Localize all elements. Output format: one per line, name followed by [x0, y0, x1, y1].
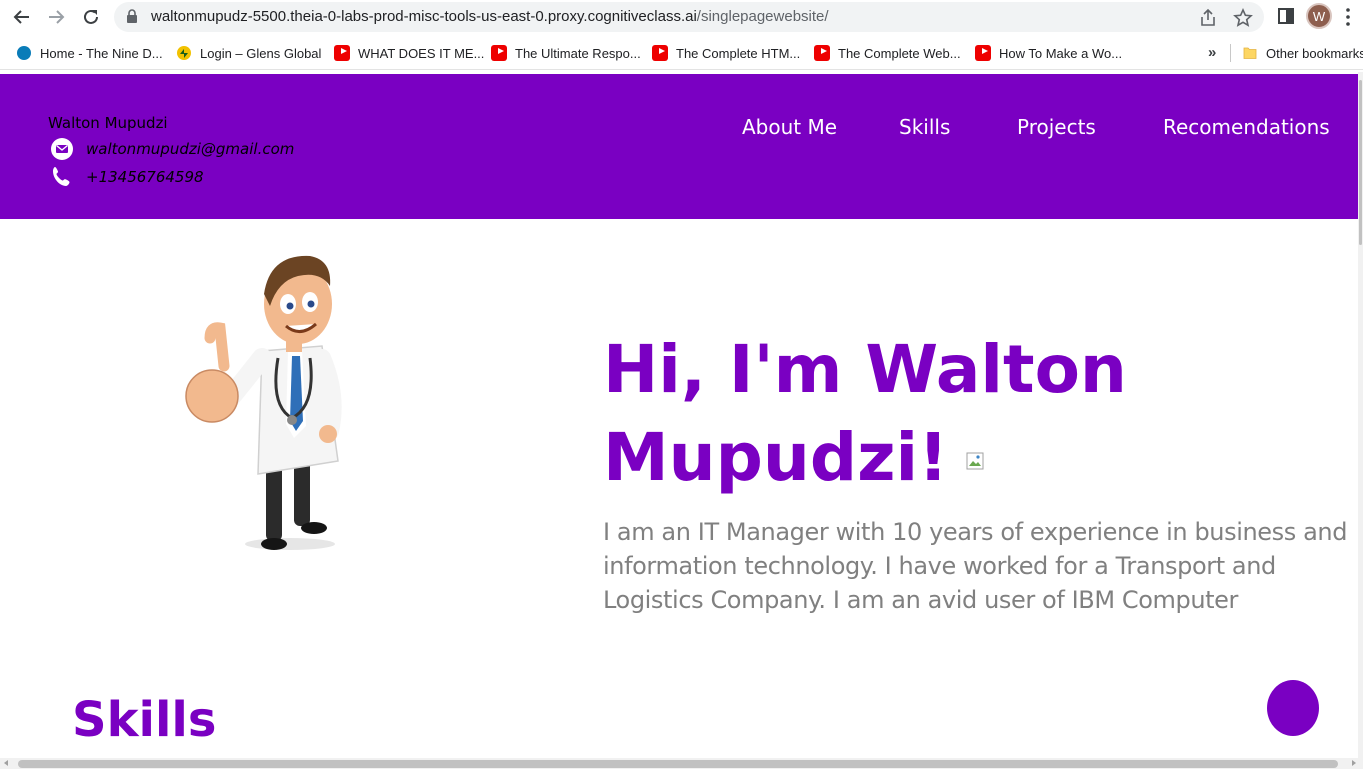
doctor-cartoon-image — [185, 255, 342, 550]
reload-icon[interactable] — [77, 4, 105, 30]
owner-name: Walton Mupudzi — [48, 114, 168, 132]
site-header: Walton Mupudzi waltonmupudzi@gmail.com +… — [0, 74, 1358, 219]
bookmark-item[interactable]: The Ultimate Respo... — [491, 44, 641, 62]
bookmark-label: The Complete Web... — [838, 45, 961, 61]
other-bookmarks-label: Other bookmarks — [1266, 45, 1363, 61]
bookmark-item[interactable]: The Complete HTM... — [652, 44, 800, 62]
profile-avatar[interactable]: W — [1306, 3, 1332, 29]
folder-icon — [1243, 47, 1257, 59]
skills-heading: Skills — [72, 692, 217, 748]
bookmarks-bar: Home - The Nine D... Login – Glens Globa… — [0, 36, 1363, 70]
share-icon[interactable] — [1198, 8, 1218, 28]
scroll-right-arrow-icon[interactable] — [1352, 760, 1356, 766]
broken-image-icon — [966, 452, 984, 470]
hero-description: I am an IT Manager with 10 years of expe… — [603, 518, 1348, 614]
globe-icon — [17, 46, 31, 60]
other-bookmarks-folder[interactable]: Other bookmarks — [1242, 44, 1363, 62]
email-address: waltonmupudzi@gmail.com — [86, 140, 295, 158]
bookmark-label: WHAT DOES IT ME... — [358, 45, 485, 61]
hero-heading-line2: Mupudzi! — [603, 419, 949, 496]
hero-heading: Hi, I'm Walton Mupudzi! — [603, 326, 1163, 502]
floating-action-button[interactable] — [1267, 680, 1319, 736]
nav-projects[interactable]: Projects — [1017, 115, 1096, 139]
phone-icon — [53, 167, 70, 186]
address-bar[interactable]: waltonmupudz-5500.theia-0-labs-prod-misc… — [114, 2, 1264, 32]
star-icon[interactable] — [1233, 8, 1253, 28]
phone-contact[interactable]: +13456764598 — [50, 165, 204, 189]
url-path: /singlepagewebsite/ — [696, 8, 829, 25]
phone-number: +13456764598 — [86, 168, 204, 186]
nav-about-me[interactable]: About Me — [742, 115, 837, 139]
bookmark-item[interactable]: The Complete Web... — [814, 44, 961, 62]
bookmark-label: The Ultimate Respo... — [515, 45, 641, 61]
bookmark-item[interactable]: Login – Glens Global — [176, 44, 321, 62]
scroll-left-arrow-icon[interactable] — [4, 760, 8, 766]
bookmark-label: Login – Glens Global — [200, 45, 322, 61]
youtube-icon — [975, 45, 991, 61]
horizontal-scrollbar-thumb[interactable] — [18, 760, 1338, 768]
bookmark-item[interactable]: How To Make a Wo... — [975, 44, 1122, 62]
web-page: Walton Mupudzi waltonmupudzi@gmail.com +… — [0, 72, 1358, 758]
youtube-icon — [491, 45, 507, 61]
url-text[interactable]: waltonmupudz-5500.theia-0-labs-prod-misc… — [151, 8, 829, 25]
youtube-icon — [814, 45, 830, 61]
nav-recomendations[interactable]: Recomendations — [1163, 115, 1330, 139]
bookmark-label: The Complete HTM... — [676, 45, 801, 61]
bookmark-label: Home - The Nine D... — [40, 45, 163, 61]
youtube-icon — [652, 45, 668, 61]
url-host: waltonmupudz-5500.theia-0-labs-prod-misc… — [151, 8, 697, 25]
side-panel-icon[interactable] — [1276, 6, 1296, 26]
hero-heading-line1: Hi, I'm Walton — [603, 331, 1127, 408]
forward-arrow-icon[interactable] — [42, 4, 70, 30]
nav-skills[interactable]: Skills — [899, 115, 950, 139]
bookmarks-overflow-button[interactable]: » — [1208, 44, 1216, 61]
back-arrow-icon[interactable] — [8, 4, 36, 30]
glens-logo-icon — [177, 46, 191, 60]
lock-icon[interactable] — [126, 9, 138, 24]
bookmark-item[interactable]: Home - The Nine D... — [16, 44, 163, 62]
menu-kebab-icon[interactable] — [1346, 8, 1350, 26]
bookmark-item[interactable]: WHAT DOES IT ME... — [334, 44, 484, 62]
bookmarks-divider — [1230, 44, 1231, 62]
browser-toolbar: waltonmupudz-5500.theia-0-labs-prod-misc… — [0, 0, 1363, 36]
bookmark-label: How To Make a Wo... — [999, 45, 1123, 61]
email-icon — [51, 138, 73, 160]
youtube-icon — [334, 45, 350, 61]
email-contact[interactable]: waltonmupudzi@gmail.com — [50, 137, 294, 161]
vertical-scrollbar-thumb[interactable] — [1359, 80, 1362, 245]
